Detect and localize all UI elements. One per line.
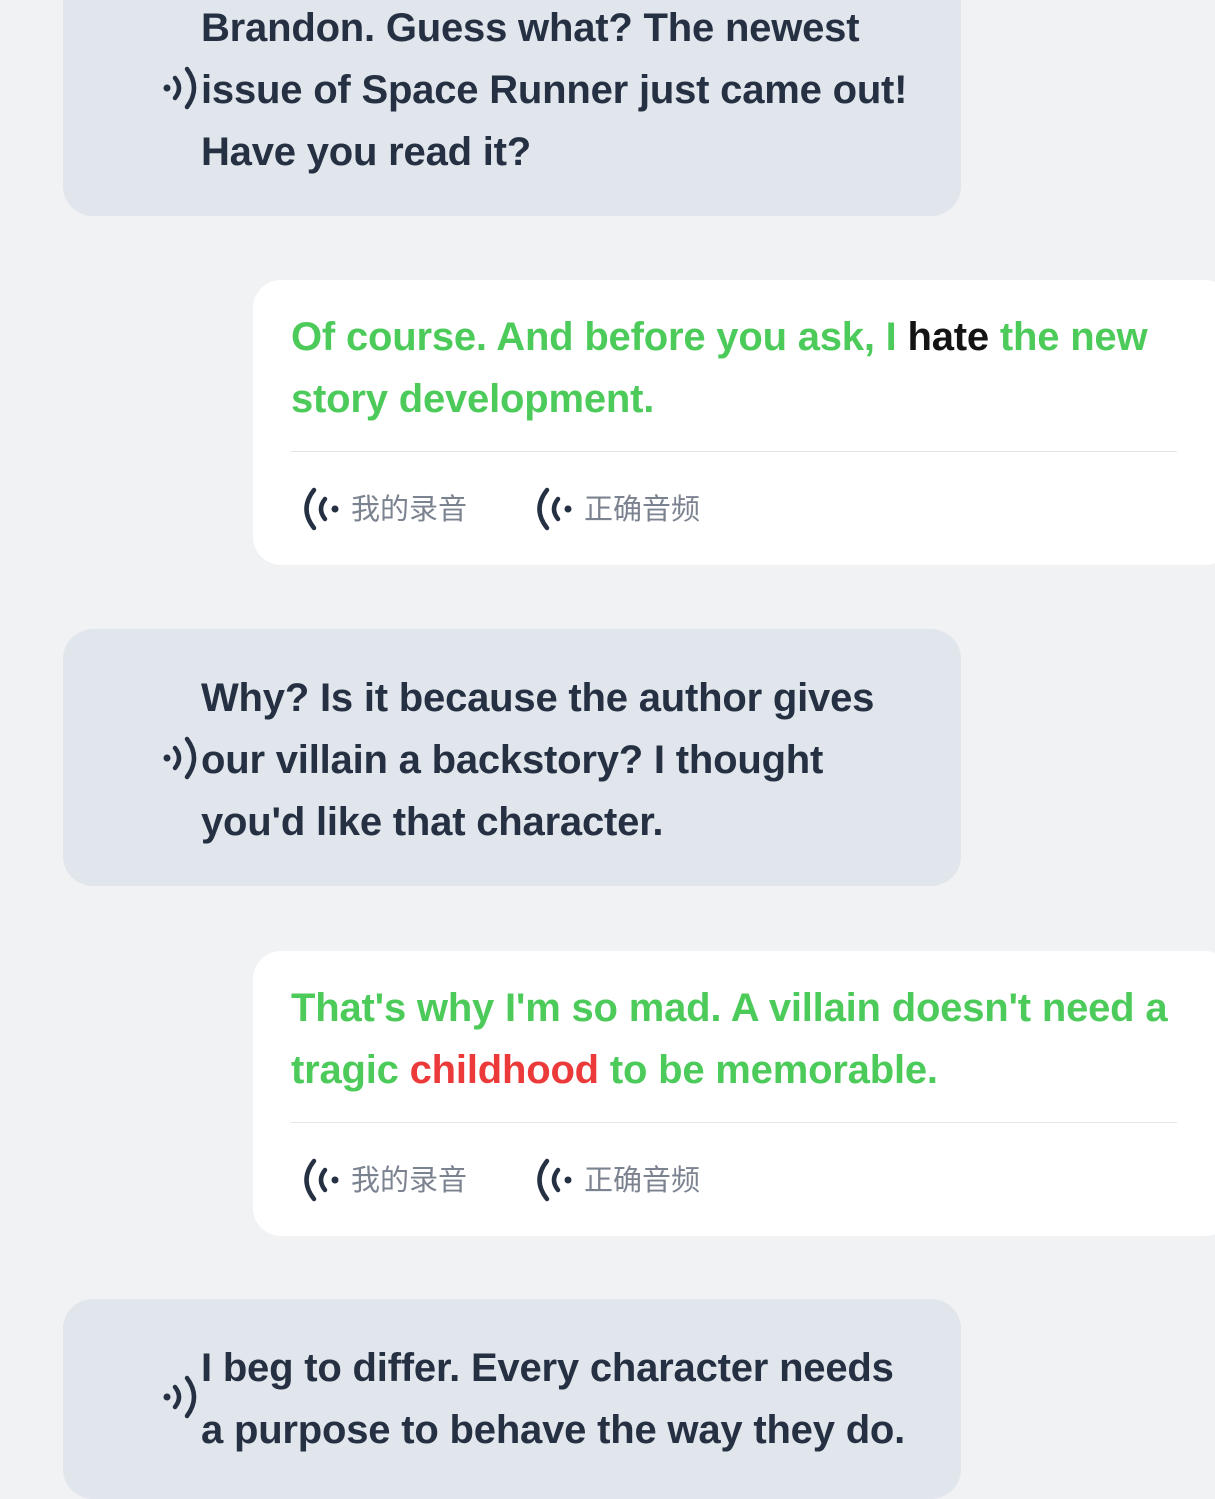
message-line: Have you read it? (201, 130, 532, 174)
message-line: a purpose to behave the way they do. (201, 1408, 906, 1452)
speaker-icon[interactable] (161, 736, 203, 780)
user-message-text: Of course. And before you ask, I hate th… (291, 306, 1193, 430)
partner-message: I beg to differ. Every character needs a… (63, 1299, 961, 1499)
audio-wave-icon (534, 1157, 574, 1203)
message-line: I beg to differ. Every character needs (201, 1346, 894, 1390)
speaker-icon[interactable] (161, 66, 203, 110)
word-neutral: hate (907, 315, 990, 359)
my-recording-button[interactable]: 我的录音 (301, 483, 467, 535)
message-line: issue of Space Runner just came out! (201, 68, 908, 112)
audio-wave-icon (534, 486, 574, 532)
correct-audio-button[interactable]: 正确音频 (534, 483, 700, 535)
partner-message-text: I beg to differ. Every character needs a… (201, 1337, 941, 1461)
correct-audio-label: 正确音频 (584, 492, 701, 526)
partner-message-text: Why? Is it because the author gives our … (201, 667, 941, 853)
audio-wave-icon (301, 1157, 341, 1203)
my-recording-label: 我的录音 (351, 492, 468, 526)
word-correct: to be memorable. (598, 1048, 938, 1092)
message-line: Why? Is it because the author gives (201, 676, 875, 720)
my-recording-button[interactable]: 我的录音 (301, 1154, 467, 1206)
message-line: our villain a backstory? I thought (201, 738, 824, 782)
user-message-text: That's why I'm so mad. A villain doesn't… (291, 977, 1193, 1101)
my-recording-label: 我的录音 (351, 1163, 468, 1197)
partner-message: Brandon. Guess what? The newest issue of… (63, 0, 961, 216)
word-incorrect: childhood (409, 1048, 599, 1092)
audio-wave-icon (301, 486, 341, 532)
partner-message: Why? Is it because the author gives our … (63, 629, 961, 886)
speaker-icon[interactable] (161, 1375, 203, 1419)
user-message: That's why I'm so mad. A villain doesn't… (253, 951, 1215, 1236)
divider (291, 1122, 1177, 1123)
message-line: you'd like that character. (201, 800, 664, 844)
correct-audio-button[interactable]: 正确音频 (534, 1154, 700, 1206)
conversation: Brandon. Guess what? The newest issue of… (0, 0, 1215, 1499)
message-line: Brandon. Guess what? The newest (201, 6, 860, 50)
correct-audio-label: 正确音频 (584, 1163, 701, 1197)
divider (291, 451, 1177, 452)
user-message: Of course. And before you ask, I hate th… (253, 280, 1215, 565)
word-correct: Of course. And before you ask, I (291, 315, 908, 359)
partner-message-text: Brandon. Guess what? The newest issue of… (201, 0, 941, 183)
